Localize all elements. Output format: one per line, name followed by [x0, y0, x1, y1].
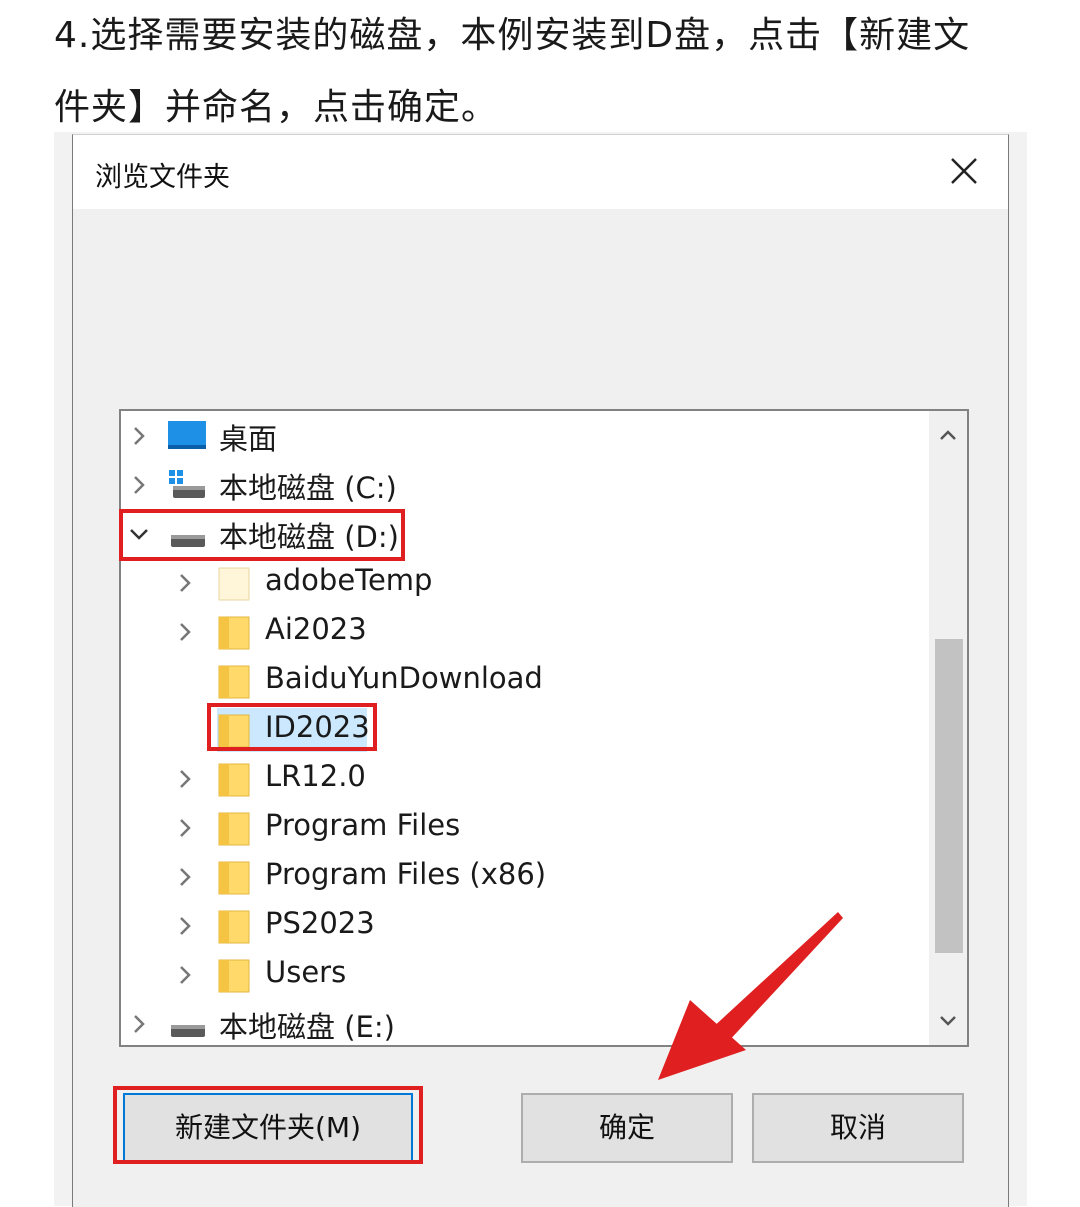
tree-item-drive-e[interactable]: 本地磁盘 (E:) [121, 1000, 921, 1045]
tree-item-label: 桌面 [219, 422, 278, 456]
chevron-right-icon[interactable] [173, 865, 197, 889]
scroll-thumb[interactable] [935, 639, 963, 953]
dialog-title: 浏览文件夹 [95, 162, 230, 193]
tree-item-folder[interactable]: Users [121, 951, 921, 1000]
folder-icon [218, 665, 250, 699]
instruction-line-1: 4.选择需要安装的磁盘，本例安装到D盘，点击【新建文 [54, 15, 971, 56]
highlight-box-drive-d [119, 509, 405, 561]
drive-icon [171, 1025, 205, 1037]
tree-item-label: Ai2023 [265, 612, 367, 646]
chevron-right-icon[interactable] [127, 473, 151, 497]
dialog-titlebar: 浏览文件夹 [73, 135, 1008, 209]
tree-item-folder[interactable]: Program Files (x86) [121, 853, 921, 902]
browse-folder-dialog: 浏览文件夹 桌面 本地磁盘 (C:) 本地磁盘 (D:) adobeTemp A… [72, 134, 1009, 1207]
tree-item-label: Program Files (x86) [265, 857, 547, 891]
scroll-up-icon[interactable] [936, 423, 960, 447]
chevron-right-icon[interactable] [173, 620, 197, 644]
tree-item-folder[interactable]: adobeTemp [121, 559, 921, 608]
chevron-right-icon[interactable] [173, 963, 197, 987]
tree-item-label: PS2023 [265, 906, 375, 940]
tree-item-label: Users [265, 955, 347, 989]
tree-item-label: 本地磁盘 (E:) [219, 1010, 395, 1044]
tree-item-folder[interactable]: PS2023 [121, 902, 921, 951]
cancel-button[interactable]: 取消 [752, 1093, 964, 1163]
folder-icon [218, 959, 250, 993]
tree-scrollbar[interactable] [929, 411, 967, 1045]
tree-item-folder[interactable]: LR12.0 [121, 755, 921, 804]
highlight-box-id2023 [207, 703, 377, 751]
folder-icon [218, 812, 250, 846]
tree-item-label: LR12.0 [265, 759, 366, 793]
tree-item-label: Program Files [265, 808, 461, 842]
tree-item-folder[interactable]: BaiduYunDownload [121, 657, 921, 706]
tree-item-folder[interactable]: Program Files [121, 804, 921, 853]
close-icon[interactable] [942, 149, 986, 193]
chevron-right-icon[interactable] [173, 571, 197, 595]
folder-icon [218, 763, 250, 797]
tree-item-folder[interactable]: Ai2023 [121, 608, 921, 657]
ok-button[interactable]: 确定 [521, 1093, 733, 1163]
chevron-right-icon[interactable] [173, 914, 197, 938]
chevron-right-icon[interactable] [127, 424, 151, 448]
tree-item-drive-c[interactable]: 本地磁盘 (C:) [121, 461, 921, 510]
folder-icon [218, 567, 250, 601]
tree-item-label: 本地磁盘 (C:) [219, 471, 397, 505]
highlight-box-new-folder [113, 1086, 423, 1164]
chevron-right-icon[interactable] [173, 767, 197, 791]
folder-icon [218, 616, 250, 650]
chevron-right-icon[interactable] [127, 1012, 151, 1036]
tree-item-label: adobeTemp [265, 563, 433, 597]
instruction-text: 4.选择需要安装的磁盘，本例安装到D盘，点击【新建文 件夹】并命名，点击确定。 [54, 0, 1044, 144]
folder-icon [218, 861, 250, 895]
scroll-down-icon[interactable] [936, 1009, 960, 1033]
folder-icon [218, 910, 250, 944]
tree-item-desktop[interactable]: 桌面 [121, 412, 921, 461]
chevron-right-icon[interactable] [173, 816, 197, 840]
system-drive-icon [169, 470, 205, 498]
desktop-icon [168, 421, 206, 449]
tree-item-label: BaiduYunDownload [265, 661, 543, 695]
